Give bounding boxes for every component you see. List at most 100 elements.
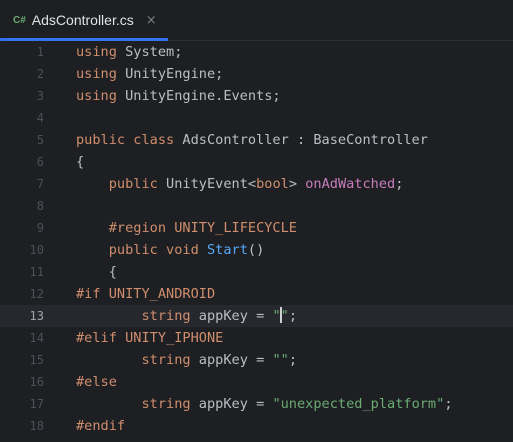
- line-number: 4: [36, 111, 44, 125]
- code-text: using UnityEngine;: [76, 63, 223, 85]
- code-line[interactable]: 9 #region UNITY_LIFECYCLE: [0, 217, 513, 239]
- line-number: 2: [36, 67, 44, 81]
- code-text: #region UNITY_LIFECYCLE: [76, 217, 297, 239]
- close-icon[interactable]: ×: [146, 13, 157, 28]
- line-number: 13: [29, 309, 44, 323]
- code-token: ;: [395, 176, 404, 192]
- code-line[interactable]: 10 public void Start(): [0, 239, 513, 261]
- line-number: 9: [36, 221, 44, 235]
- code-line[interactable]: 18 #endif: [0, 415, 513, 437]
- code-token: {: [76, 154, 85, 170]
- line-number: 16: [29, 375, 44, 389]
- code-text: public void Start(): [76, 239, 265, 261]
- code-line-current[interactable]: 13 string appKey = "";: [0, 305, 513, 327]
- code-text: using UnityEngine.Events;: [76, 85, 281, 107]
- code-line[interactable]: 7 public UnityEvent<bool> onAdWatched;: [0, 173, 513, 195]
- code-token: using: [76, 88, 117, 104]
- code-token: System;: [116, 44, 183, 60]
- editor-tab-bar: C# AdsController.cs ×: [0, 0, 513, 41]
- code-line[interactable]: 5 public class AdsController : BaseContro…: [0, 129, 513, 151]
- tab-title: AdsController.cs: [31, 12, 134, 28]
- code-text: string appKey = "unexpected_platform";: [76, 393, 453, 415]
- code-token: public: [108, 176, 158, 192]
- code-text: #if UNITY_ANDROID: [76, 283, 215, 305]
- code-token: >: [288, 176, 306, 192]
- code-line[interactable]: 2 using UnityEngine;: [0, 63, 513, 85]
- code-token: ": [280, 308, 289, 324]
- code-line[interactable]: 1 using System;: [0, 41, 513, 63]
- csharp-file-icon: C#: [13, 14, 26, 26]
- code-line[interactable]: 11 {: [0, 261, 513, 283]
- code-token: onAdWatched: [305, 176, 396, 192]
- code-token: UnityEvent<: [157, 176, 257, 192]
- code-token: ;: [444, 396, 453, 412]
- code-token: string: [141, 396, 191, 412]
- code-text: using System;: [76, 41, 182, 63]
- code-token: ;: [288, 308, 297, 324]
- code-token: appKey =: [190, 352, 273, 368]
- code-token: UnityEngine.Events;: [116, 88, 281, 104]
- line-number: 5: [36, 133, 44, 147]
- code-text: #else: [76, 371, 117, 393]
- code-token: #elif UNITY_IPHONE: [76, 330, 224, 346]
- line-number: 17: [29, 397, 44, 411]
- line-number: 7: [36, 177, 44, 191]
- code-text: public UnityEvent<bool> onAdWatched;: [76, 173, 404, 195]
- code-line[interactable]: 4: [0, 107, 513, 129]
- code-text: #elif UNITY_IPHONE: [76, 327, 223, 349]
- line-number: 8: [36, 199, 44, 213]
- line-number: 6: [36, 155, 44, 169]
- code-token: public class: [76, 132, 175, 148]
- line-number: 18: [29, 419, 44, 433]
- code-token: {: [76, 264, 117, 280]
- code-token: bool: [256, 176, 289, 192]
- code-line[interactable]: 16 #else: [0, 371, 513, 393]
- code-token: #endif: [76, 418, 126, 434]
- code-text: string appKey = "";: [76, 349, 297, 371]
- code-token: (): [247, 242, 265, 258]
- code-token: ;: [288, 352, 297, 368]
- line-number: 10: [29, 243, 44, 257]
- code-token: appKey =: [190, 308, 273, 324]
- code-token: public void: [108, 242, 199, 258]
- code-token: Start: [206, 242, 248, 258]
- code-line[interactable]: 15 string appKey = "";: [0, 349, 513, 371]
- code-token: "": [272, 352, 289, 368]
- line-number: 14: [29, 331, 44, 345]
- code-text: #endif: [76, 415, 125, 437]
- code-token: #region UNITY_LIFECYCLE: [108, 220, 297, 236]
- line-number: 15: [29, 353, 44, 367]
- code-text: string appKey = "";: [76, 305, 297, 327]
- code-line[interactable]: 8: [0, 195, 513, 217]
- code-line[interactable]: 17 string appKey = "unexpected_platform"…: [0, 393, 513, 415]
- code-token: using: [76, 44, 117, 60]
- code-token: #else: [76, 374, 117, 390]
- line-number: 12: [29, 287, 44, 301]
- code-line[interactable]: 6{: [0, 151, 513, 173]
- line-number: 3: [36, 89, 44, 103]
- code-text: public class AdsController : BaseControl…: [76, 129, 428, 151]
- code-line[interactable]: 14 #elif UNITY_IPHONE: [0, 327, 513, 349]
- code-token: using: [76, 66, 117, 82]
- code-token: string: [141, 352, 191, 368]
- line-number: 11: [29, 265, 44, 279]
- code-token: UnityEngine;: [116, 66, 224, 82]
- code-token: string: [141, 308, 191, 324]
- code-line[interactable]: 3 using UnityEngine.Events;: [0, 85, 513, 107]
- code-token: appKey =: [190, 396, 273, 412]
- code-editor[interactable]: 1 using System; 2 using UnityEngine; 3 using …: [0, 41, 513, 442]
- tab-adscontroller[interactable]: C# AdsController.cs ×: [0, 0, 168, 41]
- code-token: "unexpected_platform": [272, 396, 445, 412]
- code-text: {: [76, 261, 117, 283]
- code-token: #if UNITY_ANDROID: [76, 286, 216, 302]
- line-number: 1: [36, 45, 44, 59]
- code-line[interactable]: 12 #if UNITY_ANDROID: [0, 283, 513, 305]
- code-token: AdsController : BaseController: [174, 132, 428, 148]
